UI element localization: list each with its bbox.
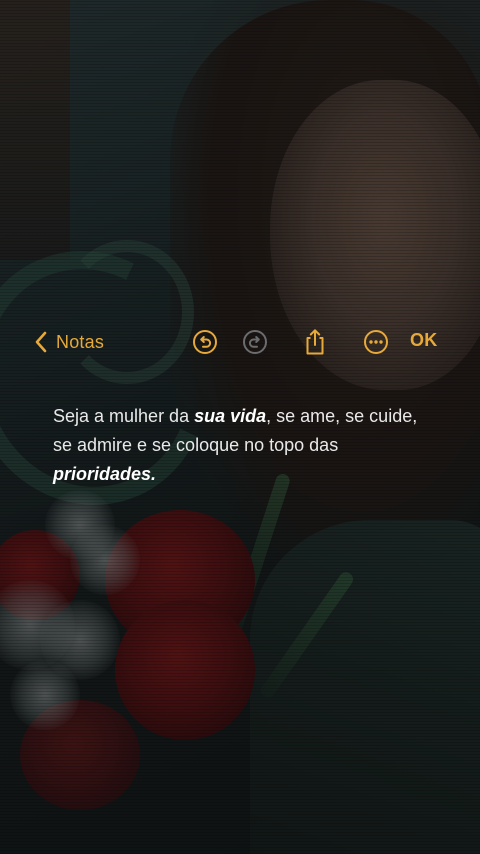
more-icon [363,329,389,355]
note-emphasis: sua vida [194,406,267,426]
note-emphasis: prioridades. [53,464,157,484]
ok-button[interactable]: OK [410,330,438,351]
undo-button[interactable] [191,328,219,356]
undo-icon [192,329,218,355]
chevron-left-icon [34,330,48,354]
more-button[interactable] [362,328,390,356]
back-button[interactable]: Notas [34,328,104,356]
notes-screen: Notas OK Seja a mulher da sua vida, se a… [0,0,480,854]
share-button[interactable] [301,328,329,356]
notes-toolbar: Notas OK [0,322,480,362]
note-body[interactable]: Seja a mulher da sua vida, se ame, se cu… [53,402,433,489]
back-label: Notas [56,331,105,352]
note-text: Seja a mulher da [53,406,195,426]
share-icon [302,328,328,356]
redo-icon [242,329,268,355]
redo-button[interactable] [241,328,269,356]
